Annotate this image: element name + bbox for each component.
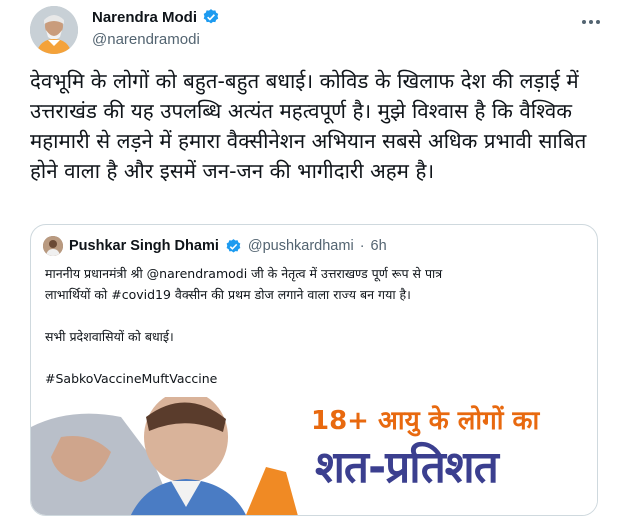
person-photo [31,397,321,515]
quoted-author-handle: @pushkardhami [247,238,354,254]
separator-dot: · [359,238,365,254]
profile-photo [30,6,78,54]
quoted-hashtag: #SabkoVaccineMuftVaccine [45,371,218,386]
quoted-text-line: सभी प्रदेशवासियों को बधाई। [45,329,174,344]
quoted-author-avatar [43,236,63,256]
more-dot-icon [589,20,593,24]
more-dot-icon [582,20,586,24]
tweet-text: देवभूमि के लोगों को बहुत-बहुत बधाई। कोवि… [30,69,587,183]
quoted-tweet-text: माननीय प्रधानमंत्री श्री @narendramodi ज… [45,263,585,389]
more-dot-icon [596,20,600,24]
banner-headline: 18+ आयु के लोगों का [311,406,540,436]
verified-badge-icon [203,9,219,24]
quoted-media-image[interactable]: 18+ आयु के लोगों का शत-प्रतिशत [31,397,597,515]
author-name[interactable]: Narendra Modi [92,9,197,26]
author-avatar[interactable] [30,6,78,54]
profile-photo [43,236,63,256]
more-options-button[interactable] [576,12,606,32]
author-handle[interactable]: @narendramodi [92,31,200,48]
quoted-tweet[interactable]: Pushkar Singh Dhami @pushkardhami · 6h म… [30,224,598,516]
verified-badge-icon [226,238,241,253]
banner-title: शत-प्रतिशत [315,442,499,493]
quoted-author-name: Pushkar Singh Dhami [69,238,219,254]
quoted-text-line: माननीय प्रधानमंत्री श्री @narendramodi ज… [45,266,443,281]
quoted-text-line: लाभार्थियों को #covid19 वैक्सीन की प्रथम… [45,287,411,302]
quoted-timestamp: 6h [370,238,387,254]
